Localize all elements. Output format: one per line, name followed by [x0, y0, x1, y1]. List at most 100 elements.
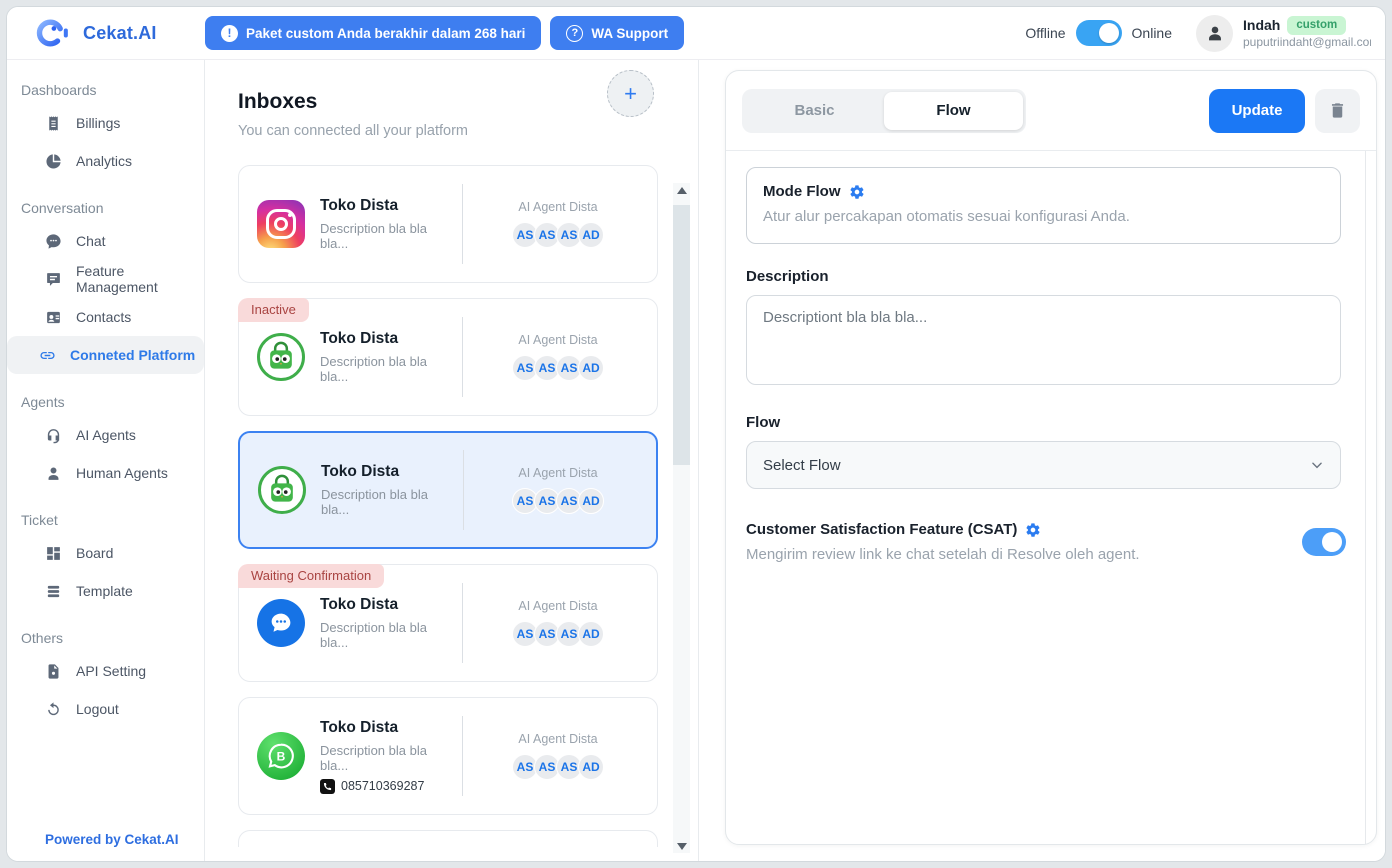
sidebar-item-analytics[interactable]: Analytics: [7, 142, 204, 180]
agent-avatar: AD: [578, 621, 604, 647]
chat-bubble-icon: [45, 233, 62, 250]
csat-row: Customer Satisfaction Feature (CSAT) Men…: [746, 521, 1346, 563]
sidebar-item-label: Board: [76, 545, 113, 561]
gear-icon[interactable]: [1025, 522, 1041, 538]
agent-label: AI Agent Dista: [518, 200, 597, 214]
sidebar-item-label: Analytics: [76, 153, 132, 169]
layers-icon: [45, 583, 62, 600]
toggle-knob: [1322, 532, 1342, 552]
inbox-name: Toko Dista: [320, 330, 458, 348]
topbar-right: Offline Online Indah custom puputriindah…: [1025, 15, 1385, 52]
sidebar-item-contacts[interactable]: Contacts: [7, 298, 204, 336]
detail-body: Mode Flow Atur alur percakapan otomatis …: [726, 151, 1376, 844]
mode-flow-title: Mode Flow: [763, 183, 841, 200]
inbox-description: Description bla bla bla...: [320, 743, 458, 773]
update-button[interactable]: Update: [1209, 89, 1305, 133]
sidebar-item-board[interactable]: Board: [7, 534, 204, 572]
csat-subtitle: Mengirim review link ke chat setelah di …: [746, 546, 1302, 563]
contact-card-icon: [45, 309, 62, 326]
sidebar-item-template[interactable]: Template: [7, 572, 204, 610]
pie-chart-icon: [45, 153, 62, 170]
wa-support-label: WA Support: [591, 26, 668, 41]
agent-avatar: AD: [578, 222, 604, 248]
scroll-down-button[interactable]: [673, 839, 690, 853]
tab-basic[interactable]: Basic: [745, 92, 884, 130]
description-label: Description: [746, 268, 1376, 285]
section-label-agents: Agents: [7, 394, 204, 410]
tokopedia-icon: [257, 333, 305, 381]
inbox-description: Description bla bla bla...: [320, 221, 458, 251]
person-icon: [1204, 22, 1226, 44]
plan-badge: custom: [1287, 16, 1346, 34]
inbox-agents: AI Agent Dista AS AS AS AD: [474, 466, 642, 514]
csat-toggle[interactable]: [1302, 528, 1346, 556]
inbox-card-tokopedia-selected[interactable]: Toko Dista Description bla bla bla... AI…: [238, 431, 658, 549]
agent-label: AI Agent Dista: [518, 333, 597, 347]
offline-label: Offline: [1025, 25, 1065, 41]
delete-button[interactable]: [1315, 89, 1360, 133]
sidebar-item-label: API Setting: [76, 663, 146, 679]
inbox-card-tokopedia-inactive[interactable]: Inactive Toko Dista Description bla bla …: [238, 298, 658, 416]
user-avatar[interactable]: [1196, 15, 1233, 52]
sidebar-item-chat[interactable]: Chat: [7, 222, 204, 260]
inbox-card-instagram[interactable]: Toko Dista Description bla bla bla... AI…: [238, 165, 658, 283]
detail-header: Basic Flow Update: [726, 71, 1376, 151]
sidebar-item-feature-management[interactable]: Feature Management: [7, 260, 204, 298]
flow-select-value: Select Flow: [763, 457, 841, 474]
gear-icon[interactable]: [849, 184, 865, 200]
agent-label: AI Agent Dista: [518, 466, 597, 480]
page-subtitle: You can connected all your platform: [238, 123, 698, 139]
sidebar-item-human-agents[interactable]: Human Agents: [7, 454, 204, 492]
agent-avatar: AD: [578, 355, 604, 381]
sidebar-item-logout[interactable]: Logout: [7, 690, 204, 728]
inbox-agents: AI Agent Dista AS AS AS AD: [473, 333, 643, 381]
top-bar: Cekat.AI ! Paket custom Anda berakhir da…: [7, 7, 1385, 60]
inbox-card-livechat[interactable]: Waiting Confirmation Toko Dista Descript…: [238, 564, 658, 682]
sidebar-item-label: Template: [76, 583, 133, 599]
question-icon: ?: [566, 25, 583, 42]
description-input[interactable]: Descriptiont bla bla bla...: [746, 295, 1341, 385]
user-name: Indah: [1243, 17, 1280, 35]
phone-icon: [320, 779, 335, 794]
online-label: Online: [1132, 25, 1172, 41]
alert-icon: !: [221, 25, 238, 42]
scroll-up-icon: [677, 187, 687, 194]
logout-icon: [45, 701, 62, 718]
inboxes-panel: Inboxes You can connected all your platf…: [205, 60, 699, 861]
inbox-description: Description bla bla bla...: [320, 354, 458, 384]
wa-support-button[interactable]: ? WA Support: [550, 16, 684, 50]
sidebar-item-connected-platform[interactable]: Conneted Platform: [7, 336, 204, 374]
inbox-card-text: Toko Dista Description bla bla bla...: [320, 596, 458, 650]
inbox-description: Description bla bla bla...: [321, 487, 459, 517]
tab-flow[interactable]: Flow: [884, 92, 1023, 130]
inbox-agents: AI Agent Dista AS AS AS AD: [473, 732, 643, 780]
sidebar-item-label: Feature Management: [76, 263, 204, 295]
phone-number: 085710369287: [341, 779, 424, 793]
online-status-toggle[interactable]: [1076, 20, 1122, 46]
scrollbar-thumb[interactable]: [673, 205, 690, 465]
sidebar-item-ai-agents[interactable]: AI Agents: [7, 416, 204, 454]
scroll-up-button[interactable]: [673, 183, 690, 197]
sidebar-item-api-setting[interactable]: API Setting: [7, 652, 204, 690]
inbox-name: Toko Dista: [320, 596, 458, 614]
inbox-scrollbar[interactable]: [673, 183, 690, 853]
section-label-others: Others: [7, 630, 204, 646]
powered-by-link[interactable]: Powered by Cekat.AI: [45, 832, 179, 847]
inbox-card-partial[interactable]: [238, 830, 658, 847]
inboxes-header: Inboxes You can connected all your platf…: [205, 60, 698, 139]
link-icon: [39, 347, 56, 364]
divider: [462, 583, 463, 663]
tab-switcher: Basic Flow: [742, 89, 1026, 133]
user-email: puputriindaht@gmail.com: [1243, 35, 1371, 50]
flow-select[interactable]: Select Flow: [746, 441, 1341, 489]
plan-banner-button[interactable]: ! Paket custom Anda berakhir dalam 268 h…: [205, 16, 541, 50]
plan-banner-label: Paket custom Anda berakhir dalam 268 har…: [246, 26, 525, 41]
receipt-icon: [45, 115, 62, 132]
add-inbox-button[interactable]: +: [607, 70, 654, 117]
api-file-icon: [45, 663, 62, 680]
inbox-card-whatsapp[interactable]: B Toko Dista Description bla bla bla... …: [238, 697, 658, 815]
person-icon: [45, 465, 62, 482]
user-info: Indah custom puputriindaht@gmail.com: [1243, 16, 1371, 49]
headset-icon: [45, 427, 62, 444]
sidebar-item-billings[interactable]: Billings: [7, 104, 204, 142]
